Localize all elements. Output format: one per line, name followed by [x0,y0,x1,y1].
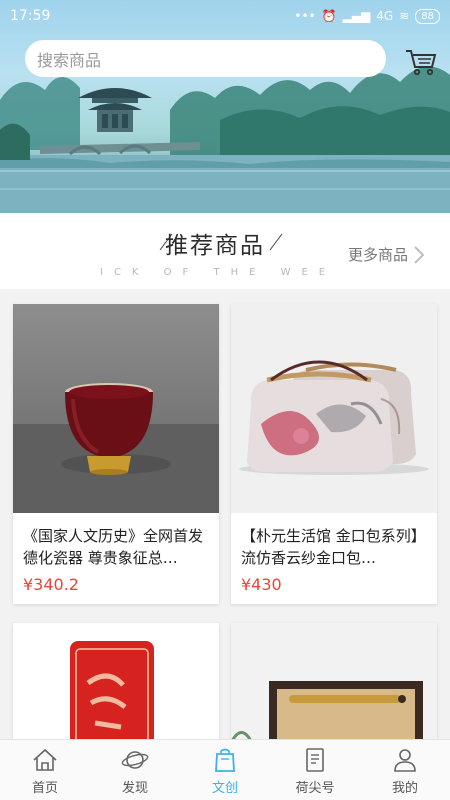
planet-icon [121,751,149,769]
product-price: ¥340.2 [23,575,79,594]
product-image [13,304,219,513]
status-time: 17:59 [10,8,51,24]
wifi-icon: ≋ [399,9,410,23]
document-icon [306,748,324,772]
more-label: 更多商品 [348,246,409,264]
chevron-right-icon [414,245,425,264]
tea-cup-image [13,383,219,513]
product-grid: 《国家人文历史》全网首发 德化瓷器 尊贵象征总… ¥340.2 【朴元生活馆 金… [0,289,450,783]
cart-icon[interactable] [404,45,438,79]
bag-icon [215,748,235,772]
signal-icon: ▂▄▆ [342,9,371,23]
tab-label: 发现 [121,781,148,796]
home-icon [33,748,57,771]
search-input[interactable]: 搜索商品 [25,40,386,77]
hero-banner: 17:59 ••• ⏰ ▂▄▆ 4G ≋ 88 搜索商品 [0,0,450,213]
handbag-image [239,360,429,475]
tab-label: 荷尖号 [295,781,335,796]
tab-wenchuang[interactable]: 文创 [180,740,270,800]
recommended-section-header: 推荐商品 ICK OF THE WEE 更多商品 [0,213,450,289]
bottom-tab-bar: 首页 发现 文创 荷尖号 我的 [0,739,450,800]
status-indicators: ••• ⏰ ▂▄▆ 4G ≋ 88 [294,8,440,24]
tab-label: 我的 [391,781,418,796]
alarm-icon: ⏰ [321,9,337,23]
tab-mine[interactable]: 我的 [360,740,450,800]
tab-hejianhao[interactable]: 荷尖号 [270,740,360,800]
section-subtitle: ICK OF THE WEE [100,267,337,278]
tab-home[interactable]: 首页 [0,740,90,800]
lake-landscape-image [0,66,450,213]
product-price: ¥430 [241,575,282,594]
more-products-link[interactable]: 更多商品 [348,244,426,265]
network-label: 4G [376,9,394,23]
product-name: 《国家人文历史》全网首发 德化瓷器 尊贵象征总… [23,527,204,567]
product-card[interactable]: 【朴元生活馆 金口包系列】流仿香云纱金口包… ¥430 [231,304,437,604]
section-title: 推荐商品 [165,233,265,259]
user-icon [394,749,416,772]
product-image [231,304,437,513]
status-bar: 17:59 ••• ⏰ ▂▄▆ 4G ≋ 88 [0,0,450,32]
tab-label: 首页 [31,781,58,796]
more-dots-icon: ••• [294,9,316,23]
search-placeholder: 搜索商品 [37,50,102,70]
product-name: 【朴元生活馆 金口包系列】流仿香云纱金口包… [241,527,426,567]
tab-label: 文创 [211,781,238,796]
tab-discover[interactable]: 发现 [90,740,180,800]
battery-icon: 88 [415,8,440,24]
product-card[interactable]: 《国家人文历史》全网首发 德化瓷器 尊贵象征总… ¥340.2 [13,304,219,604]
